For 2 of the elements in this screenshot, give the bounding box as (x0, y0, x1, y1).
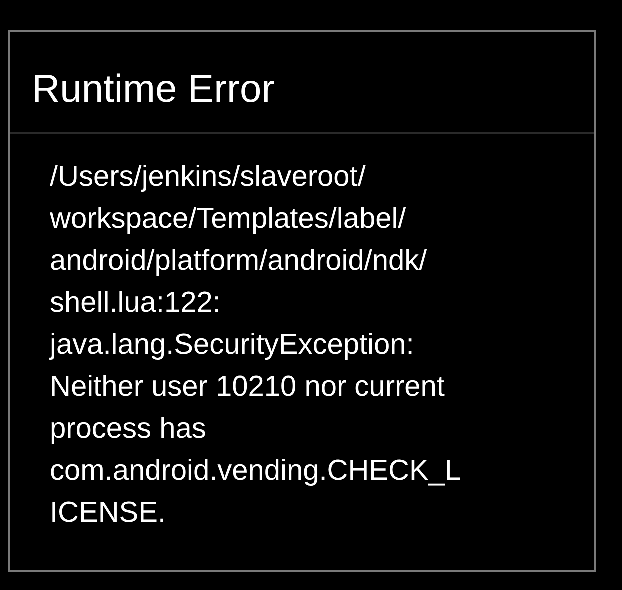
dialog-title: Runtime Error (32, 70, 275, 108)
error-message: /Users/jenkins/slaveroot/ workspace/Templates/label/ android/platform/android/ndk/ shell.lua:122: java.lang.SecurityException: Neither user 10210 nor current process has com.android.vending.CHECK_L ICENSE. (48, 160, 462, 531)
